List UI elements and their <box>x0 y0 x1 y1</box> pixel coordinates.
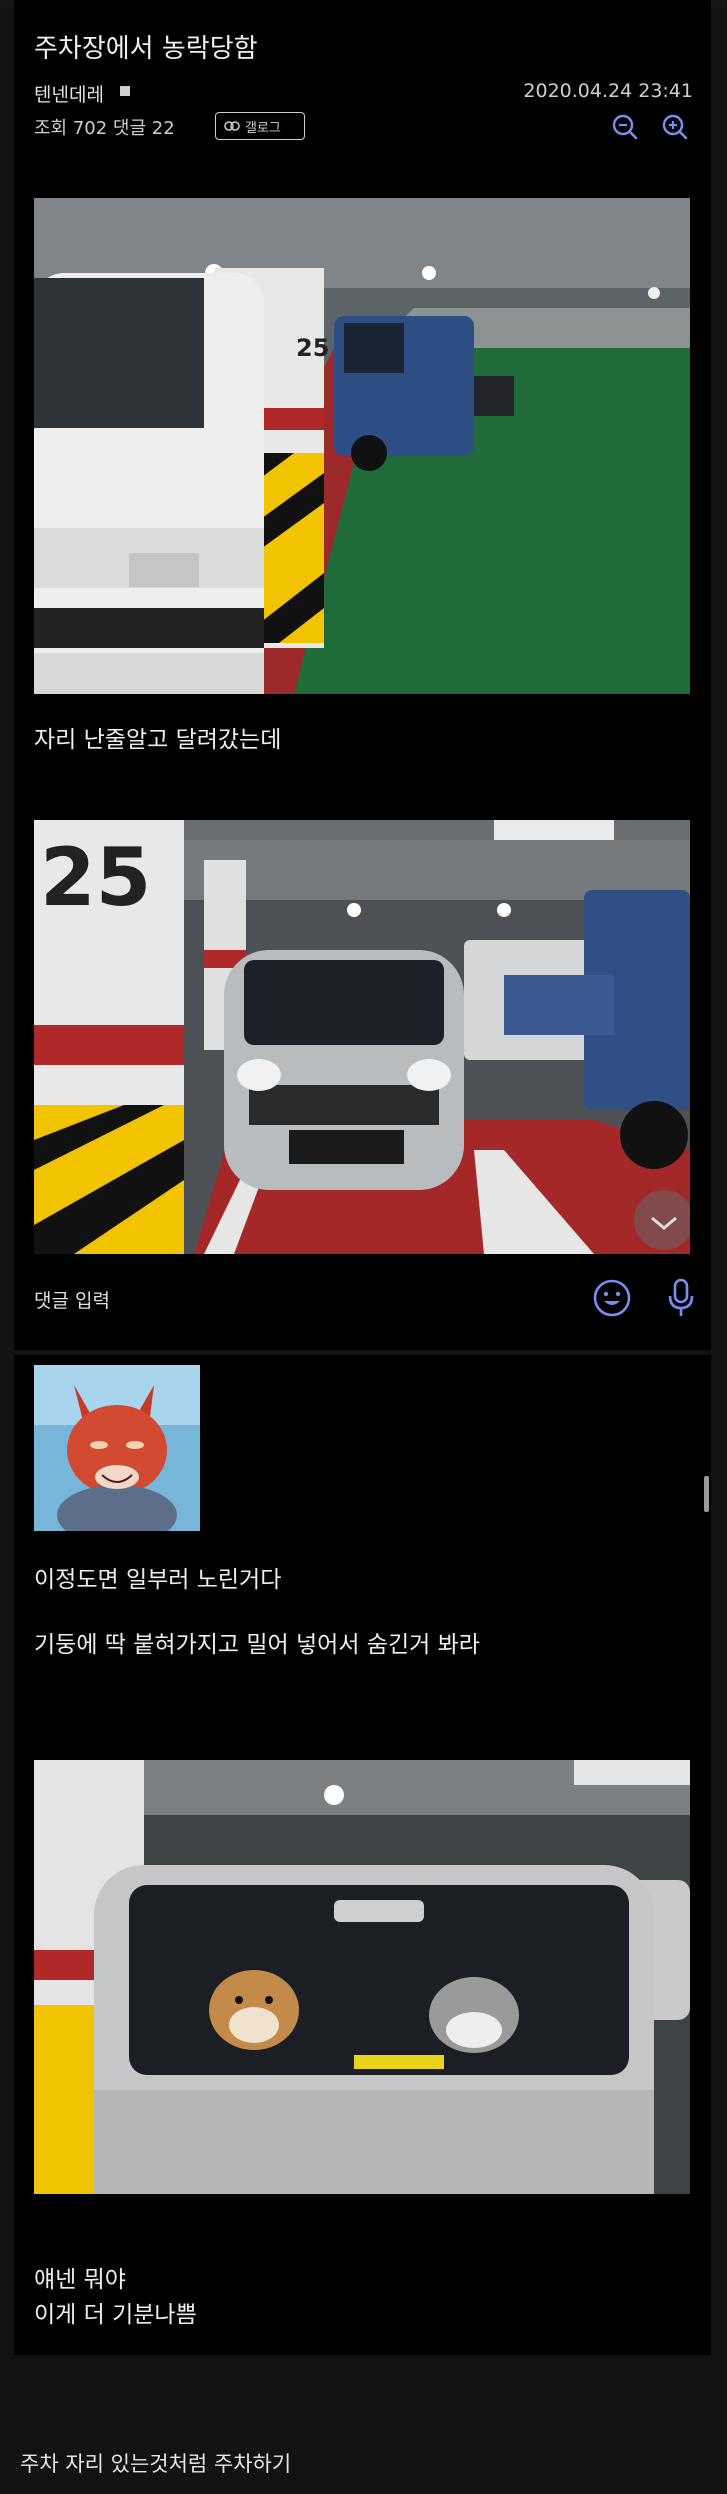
link-icon <box>224 121 240 131</box>
zoom-in-button[interactable] <box>660 112 690 142</box>
pillar-number-2: 25 <box>40 831 151 924</box>
emoji-icon <box>593 1279 631 1317</box>
post-stats: 조회 702 댓글 22 <box>34 118 175 139</box>
author-name[interactable]: 텐넨데레 <box>34 80 104 107</box>
post-date: 2020.04.24 23:41 <box>523 80 693 102</box>
scrollbar-thumb[interactable] <box>704 1476 709 1512</box>
post-photo-3[interactable] <box>34 1760 690 2194</box>
pillar-number-1: 25 <box>296 334 329 362</box>
gallog-label: 갤로그 <box>245 120 281 136</box>
cat-avatar-image <box>34 1365 200 1531</box>
footer-caption: 주차 자리 있는것처럼 주차하기 <box>20 2452 292 2476</box>
comment-panel: 이정도면 일부러 노린거다 기둥에 딱 붙혀가지고 밀어 넣어서 숨긴거 봐라 … <box>14 1355 711 2355</box>
parking-lot-photo-3 <box>34 1760 690 2194</box>
photo-1-caption: 자리 난줄알고 달려갔는데 <box>34 727 282 753</box>
microphone-icon <box>668 1278 694 1316</box>
zoom-out-button[interactable] <box>610 112 640 142</box>
gallog-button[interactable]: 갤로그 <box>215 112 305 140</box>
avatar[interactable] <box>34 1365 200 1531</box>
post-title: 주차장에서 농락당함 <box>34 34 258 64</box>
post-photo-2[interactable]: 25 <box>34 820 690 1254</box>
voice-input-button[interactable] <box>666 1276 696 1320</box>
author-badge-icon <box>120 86 130 96</box>
zoom-in-icon <box>662 114 688 140</box>
zoom-out-icon <box>612 114 638 140</box>
emoji-button[interactable] <box>592 1278 632 1318</box>
comment-line-3: 얘넨 뭐야 <box>34 2267 126 2293</box>
comment-line-1: 이정도면 일부러 노린거다 <box>34 1567 282 1593</box>
comment-line-4: 이게 더 기분나쁨 <box>34 2302 197 2328</box>
parking-lot-photo-1: 25 <box>34 198 690 694</box>
parking-lot-photo-2: 25 <box>34 820 690 1254</box>
comment-input[interactable]: 댓글 입력 <box>34 1286 110 1313</box>
comment-line-2: 기둥에 딱 붙혀가지고 밀어 넣어서 숨긴거 봐라 <box>34 1632 480 1658</box>
post-photo-1[interactable]: 25 <box>34 198 690 694</box>
post-panel: 주차장에서 농락당함 텐넨데레 2020.04.24 23:41 조회 702 … <box>14 0 711 1350</box>
